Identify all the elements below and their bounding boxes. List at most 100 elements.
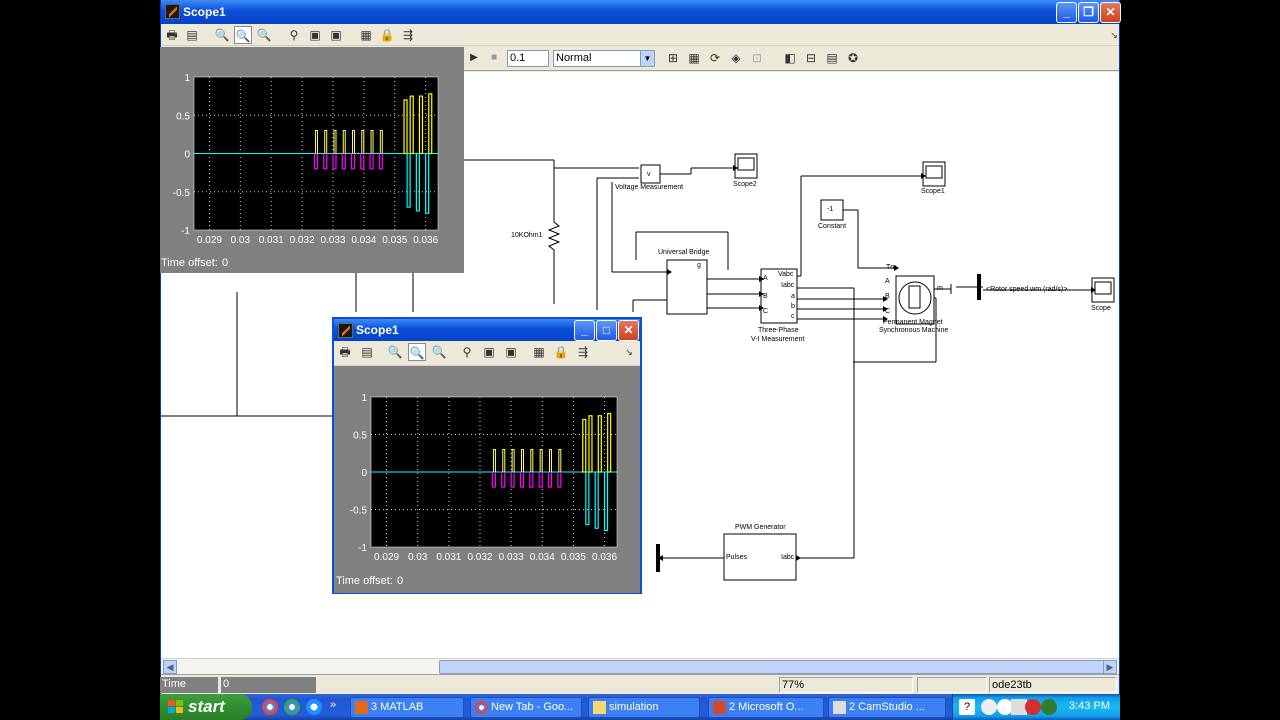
properties-icon[interactable]: ▤ [823, 49, 841, 67]
ghost-chart: 0.029 0.03 0.031 0.032 0.033 0.034 0.035 0.036 1… [173, 73, 439, 246]
scrollbar-thumb[interactable] [439, 660, 1107, 674]
scroll-right-icon[interactable]: ▶ [1103, 660, 1117, 674]
print-icon[interactable]: 🖶 [336, 343, 354, 361]
minimize-button[interactable]: _ [1056, 2, 1077, 23]
scroll-left-icon[interactable]: ◀ [163, 660, 177, 674]
save-axes-icon[interactable]: ▣ [306, 26, 324, 44]
y-tick-label: -0.5 [173, 188, 191, 199]
office-icon [713, 701, 726, 714]
parameters-icon[interactable]: ▤ [358, 343, 376, 361]
port-b-label: b [791, 303, 795, 310]
status-solver: ode23tb [989, 677, 1117, 693]
chrome-icon[interactable] [262, 699, 278, 715]
build-icon[interactable]: ⊞ [664, 49, 682, 67]
pmsm-B-label: B [885, 293, 890, 300]
v-port-label: v [647, 171, 651, 178]
lock-icon[interactable]: 🔒 [378, 26, 396, 44]
task-microsoft-label: 2 Microsoft O... [729, 701, 804, 713]
start-simulation-icon[interactable]: ▶ [465, 49, 483, 67]
status-time-offset-label: Time offset: [160, 677, 218, 704]
status-time-offset-value: 0 [221, 677, 316, 693]
restore-axes-icon[interactable]: ▣ [327, 26, 345, 44]
chevron-down-icon[interactable]: ▼ [640, 51, 654, 66]
folder-icon [593, 701, 606, 714]
floating-scope-icon[interactable]: ▦ [530, 343, 548, 361]
browser-icon[interactable]: ⊟ [802, 49, 820, 67]
more-quicklaunch-icon[interactable]: » [330, 699, 346, 715]
stop-time-input[interactable]: 0.1 [507, 50, 549, 67]
scope-minimize-button[interactable]: _ [574, 320, 595, 341]
zoom-y-icon[interactable]: 🔍 [430, 343, 448, 361]
start-button[interactable]: start [160, 694, 252, 720]
security-icon[interactable] [1041, 699, 1057, 715]
zoom-icon[interactable]: 🔍 [213, 26, 231, 44]
scope-maximize-button[interactable]: □ [596, 320, 617, 341]
start-label: start [188, 697, 225, 716]
task-matlab-label: 3 MATLAB [371, 701, 424, 713]
maximize-button[interactable]: ❐ [1078, 2, 1099, 23]
ghost-time-offset-label: Time offset: [161, 257, 218, 269]
matlab-task-icon [355, 701, 368, 714]
signal-selection-icon[interactable]: ⇶ [574, 343, 592, 361]
stop-simulation-icon[interactable]: ■ [485, 49, 503, 67]
simulation-mode-select[interactable]: Normal ▼ [553, 50, 655, 67]
print-icon[interactable]: 🖶 [163, 26, 181, 44]
debug-icon[interactable]: ⊡ [748, 49, 766, 67]
zoom-icon[interactable]: 🔍 [386, 343, 404, 361]
taskbar: start » 3 MATLAB New Tab - Goo... simula… [160, 694, 1120, 720]
chrome-icon-2[interactable] [284, 699, 300, 715]
restore-axes-icon[interactable]: ▣ [502, 343, 520, 361]
y-tick-label: 0 [184, 150, 190, 161]
network-icon[interactable] [981, 699, 997, 715]
library-icon[interactable]: ◈ [727, 49, 745, 67]
autoscale-icon[interactable]: ⚲ [458, 343, 476, 361]
scope-titlebar[interactable]: Scope1 _ □ ✕ [334, 319, 640, 341]
scope-toolbar-top: 🖶 ▤ 🔍 🔍 🔍 ⚲ ▣ ▣ ▦ 🔒 ⇶ ↘ [161, 24, 1119, 46]
x-tick-label: 0.031 [436, 552, 461, 563]
x-tick-label: 0.035 [382, 235, 407, 246]
model-explorer-icon[interactable]: ◧ [781, 49, 799, 67]
zoom-y-icon[interactable]: 🔍 [255, 26, 273, 44]
matlab-icon [165, 4, 180, 19]
y-tick-label: -1 [358, 543, 367, 554]
universal-bridge-label: Universal Bridge [658, 249, 710, 256]
task-simulation-label: simulation [609, 701, 659, 713]
y-tick-label: -0.5 [350, 506, 368, 517]
task-microsoft[interactable]: 2 Microsoft O... [708, 697, 824, 718]
x-tick-label: 0.035 [561, 552, 586, 563]
x-tick-label: 0.032 [290, 235, 315, 246]
task-chrome[interactable]: New Tab - Goo... [470, 697, 582, 718]
lock-icon[interactable]: 🔒 [552, 343, 570, 361]
refresh-icon[interactable]: ⟳ [706, 49, 724, 67]
scope-close-button[interactable]: ✕ [618, 320, 639, 341]
task-matlab[interactable]: 3 MATLAB [350, 697, 464, 718]
pmsm-label-2: Synchronous Machine [879, 327, 949, 334]
scope-chart[interactable]: 0.029 0.03 0.031 0.032 0.033 0.034 0.035 0.036 1… [334, 367, 640, 572]
main-titlebar[interactable]: Scope1 _ ❐ ✕ [161, 0, 1121, 24]
x-tick-label: 0.033 [499, 552, 524, 563]
task-camstudio[interactable]: 2 CamStudio ... [828, 697, 946, 718]
toolbar-arrow-icon[interactable]: ↘ [620, 343, 638, 361]
constant-value: -1 [827, 206, 834, 213]
floating-scope-icon[interactable]: ▦ [357, 26, 375, 44]
signal-selection-icon[interactable]: ⇶ [399, 26, 417, 44]
save-axes-icon[interactable]: ▣ [480, 343, 498, 361]
status-empty [917, 677, 987, 693]
advisor-icon[interactable]: ✪ [844, 49, 862, 67]
update-diagram-icon[interactable]: ▦ [685, 49, 703, 67]
parameters-icon[interactable]: ▤ [183, 26, 201, 44]
scope-time-offset-label: Time offset: [336, 575, 393, 587]
pmsm-C-label: C [885, 308, 891, 315]
close-button[interactable]: ✕ [1100, 2, 1121, 23]
help-icon[interactable]: ? [959, 699, 975, 715]
horizontal-scrollbar[interactable]: ◀ ▶ [161, 658, 1119, 674]
task-simulation[interactable]: simulation [588, 697, 700, 718]
zoom-x-icon[interactable]: 🔍 [408, 343, 426, 361]
status-bar: Time offset: 0 77% ode23tb [160, 674, 1119, 704]
ie-icon[interactable] [306, 699, 322, 715]
autoscale-icon[interactable]: ⚲ [285, 26, 303, 44]
q-icon[interactable] [1025, 699, 1041, 715]
toolbar-arrow-icon[interactable]: ↘ [1105, 26, 1123, 44]
vabc-port-label: Vabc [778, 271, 794, 278]
zoom-x-icon[interactable]: 🔍 [234, 26, 252, 44]
